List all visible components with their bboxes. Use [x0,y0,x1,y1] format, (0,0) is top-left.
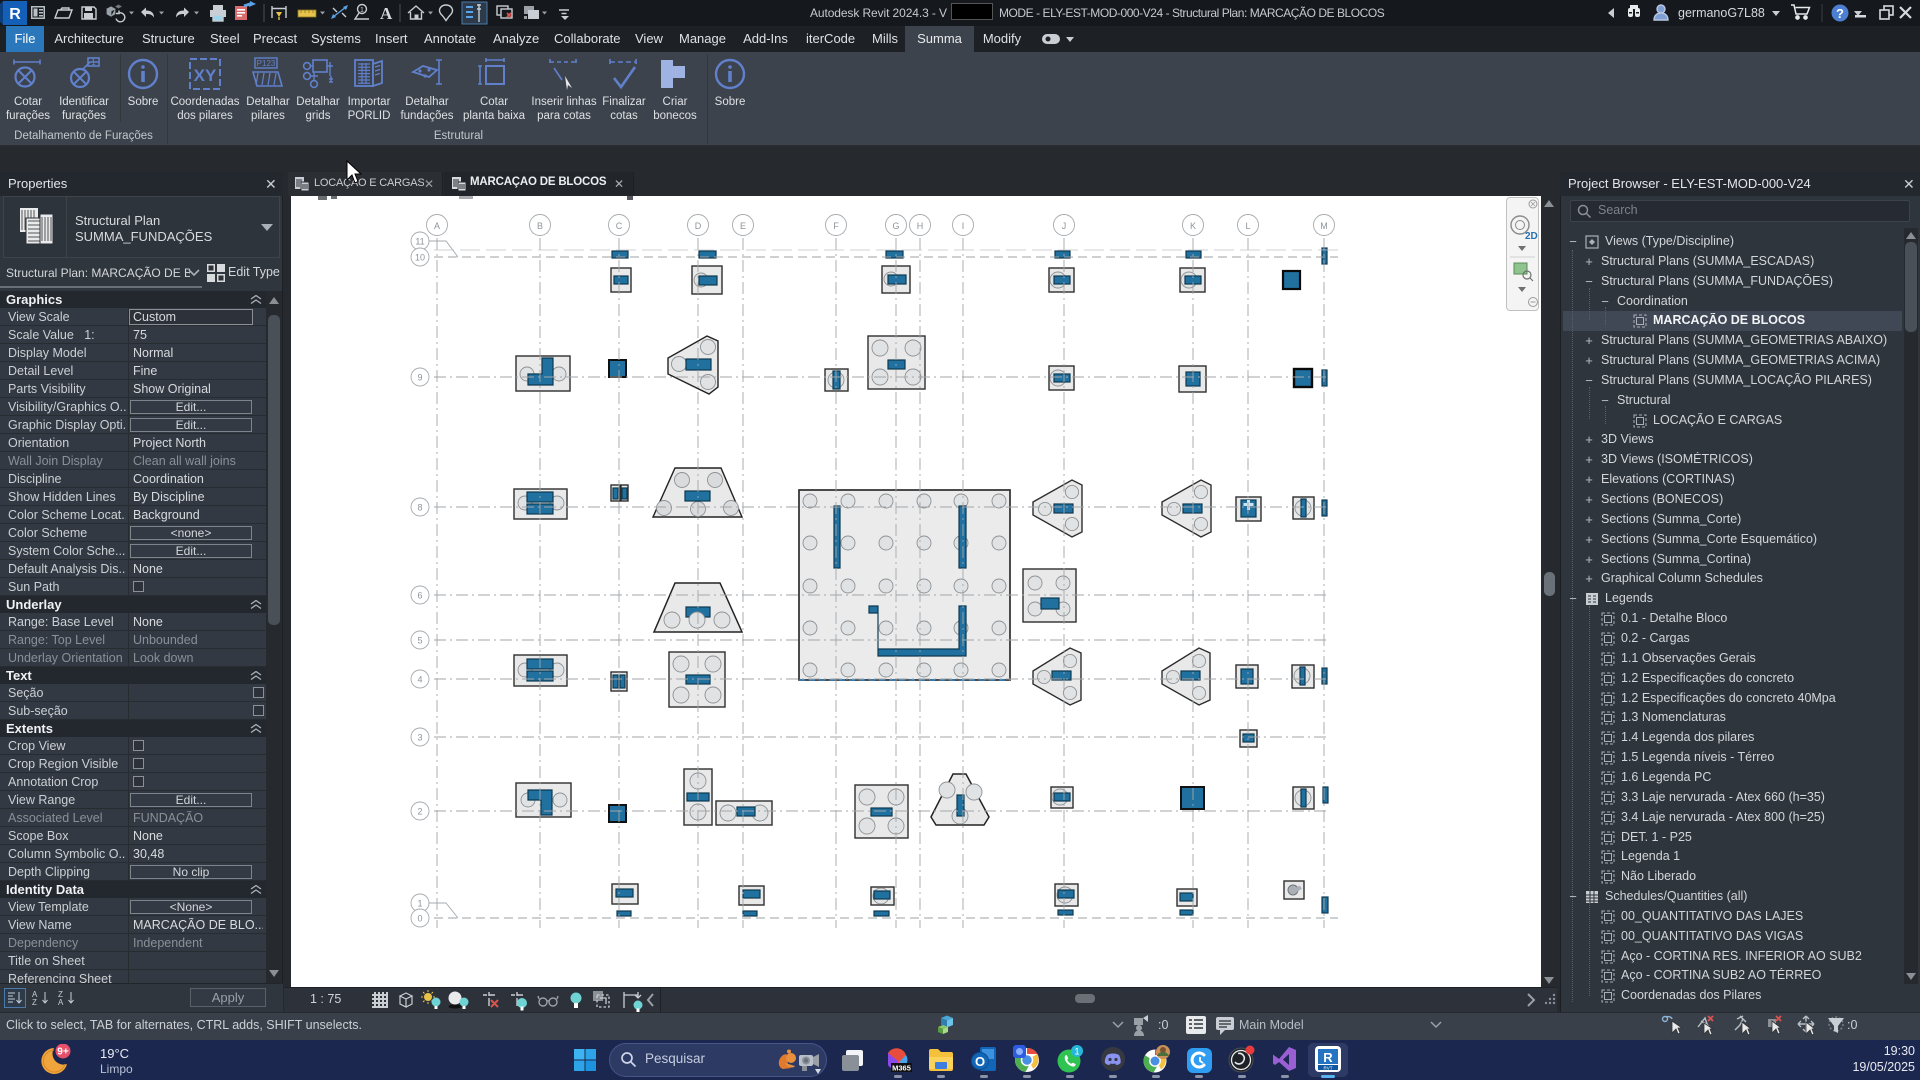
svg-text:O: O [975,1054,985,1069]
svg-text:M365: M365 [892,1064,911,1073]
svg-text:R: R [1323,1050,1333,1065]
svg-text:1: 1 [1074,1047,1079,1057]
svg-text:RVT: RVT [1324,1066,1333,1071]
